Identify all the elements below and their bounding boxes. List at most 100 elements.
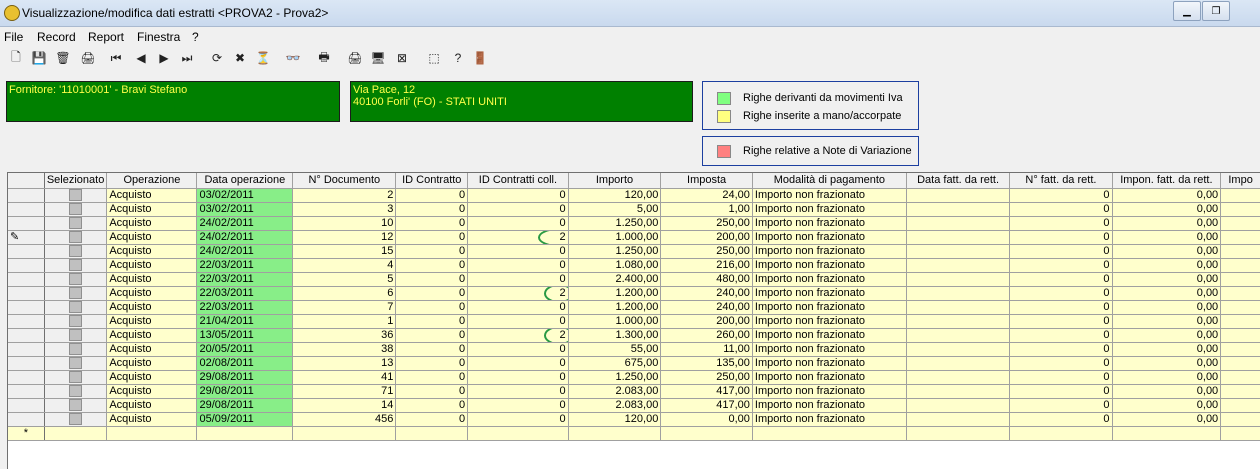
cell-data-fatt-rett[interactable] [906, 300, 1011, 315]
selected-checkbox-cell[interactable] [44, 314, 108, 329]
cell-id-contratto[interactable]: 0 [395, 412, 469, 427]
cell-impo[interactable] [1220, 286, 1260, 301]
new-row-cell[interactable] [1112, 426, 1222, 441]
cell-impon-fatt-rett[interactable]: 0,00 [1112, 370, 1222, 385]
cell-modalita-pagamento[interactable]: Importo non frazionato [752, 286, 907, 301]
table-row[interactable]: Acquisto 13/05/2011 36 0 2 1.300,00 260,00 Impo… [8, 328, 1260, 343]
cell-imposta[interactable]: 240,00 [660, 300, 753, 315]
selected-checkbox-cell[interactable] [44, 216, 108, 231]
cell-impo[interactable] [1220, 216, 1260, 231]
cell-n-documento[interactable]: 4 [292, 258, 397, 273]
selected-checkbox-cell[interactable] [44, 202, 108, 217]
row-selector[interactable] [8, 384, 45, 399]
cell-data-operazione[interactable]: 22/03/2011 [196, 272, 294, 287]
cell-data-operazione[interactable]: 29/08/2011 [196, 370, 294, 385]
row-selector[interactable] [8, 272, 45, 287]
cell-data-operazione[interactable]: 03/02/2011 [196, 202, 294, 217]
row-selector[interactable] [8, 188, 45, 203]
cell-n-fatt-rett[interactable]: 0 [1009, 384, 1113, 399]
selected-checkbox-cell[interactable] [44, 300, 108, 315]
cell-impo[interactable] [1220, 412, 1260, 427]
cell-data-fatt-rett[interactable] [906, 202, 1011, 217]
selected-checkbox[interactable] [69, 314, 83, 327]
col-header-modalita-pagamento[interactable]: Modalità di pagamento [752, 173, 907, 189]
cell-modalita-pagamento[interactable]: Importo non frazionato [752, 356, 907, 371]
cell-n-documento[interactable]: 6 [292, 286, 397, 301]
last-record-icon[interactable]: ⏭ [179, 50, 195, 66]
cell-data-operazione[interactable]: 20/05/2011 [196, 342, 294, 357]
cell-operazione[interactable]: Acquisto [106, 356, 198, 371]
cell-id-contratti-coll[interactable]: 0 [467, 258, 569, 273]
cell-modalita-pagamento[interactable]: Importo non frazionato [752, 216, 907, 231]
cell-impo[interactable] [1220, 314, 1260, 329]
cell-n-documento[interactable]: 36 [292, 328, 397, 343]
cell-id-contratti-coll[interactable]: 0 [467, 370, 569, 385]
cell-data-operazione[interactable]: 24/02/2011 [196, 230, 294, 245]
new-document-icon[interactable]: 🗋 [8, 50, 24, 66]
selected-checkbox-cell[interactable] [44, 286, 108, 301]
cell-n-fatt-rett[interactable]: 0 [1009, 230, 1113, 245]
cell-n-documento[interactable]: 7 [292, 300, 397, 315]
new-row-cell[interactable] [106, 426, 198, 441]
cell-importo[interactable]: 2.083,00 [568, 398, 662, 413]
selected-checkbox[interactable] [69, 272, 83, 285]
cell-importo[interactable]: 2.400,00 [568, 272, 662, 287]
col-header-data-fatt-rett[interactable]: Data fatt. da rett. [906, 173, 1011, 189]
cell-imposta[interactable]: 240,00 [660, 286, 753, 301]
cell-id-contratto[interactable]: 0 [395, 258, 469, 273]
col-header-id-contratto[interactable]: ID Contratto [395, 173, 469, 189]
table-row[interactable]: Acquisto 22/03/2011 6 0 2 1.200,00 240,00 Impor… [8, 286, 1260, 301]
cell-operazione[interactable]: Acquisto [106, 244, 198, 259]
cell-id-contratto[interactable]: 0 [395, 356, 469, 371]
cell-id-contratti-coll[interactable]: 0 [467, 342, 569, 357]
cell-modalita-pagamento[interactable]: Importo non frazionato [752, 328, 907, 343]
cell-id-contratti-coll[interactable]: 0 [467, 272, 569, 287]
cell-id-contratti-coll[interactable]: 0 [467, 384, 569, 399]
cell-id-contratto[interactable]: 0 [395, 188, 469, 203]
cell-modalita-pagamento[interactable]: Importo non frazionato [752, 412, 907, 427]
remove-filter-icon[interactable]: ✖ [232, 50, 248, 66]
cell-data-fatt-rett[interactable] [906, 258, 1011, 273]
cell-modalita-pagamento[interactable]: Importo non frazionato [752, 342, 907, 357]
cell-modalita-pagamento[interactable]: Importo non frazionato [752, 314, 907, 329]
selected-checkbox-cell[interactable] [44, 272, 108, 287]
cell-id-contratto[interactable]: 0 [395, 202, 469, 217]
cell-operazione[interactable]: Acquisto [106, 384, 198, 399]
cell-data-operazione[interactable]: 24/02/2011 [196, 216, 294, 231]
row-selector[interactable] [8, 412, 45, 427]
selected-checkbox-cell[interactable] [44, 258, 108, 273]
cell-impo[interactable] [1220, 342, 1260, 357]
cell-importo[interactable]: 1.000,00 [568, 314, 662, 329]
cell-impo[interactable] [1220, 230, 1260, 245]
cell-n-fatt-rett[interactable]: 0 [1009, 342, 1113, 357]
selected-checkbox-cell[interactable] [44, 342, 108, 357]
cell-data-operazione[interactable]: 29/08/2011 [196, 384, 294, 399]
selected-checkbox-cell[interactable] [44, 188, 108, 203]
row-selector[interactable] [8, 370, 45, 385]
new-row-cell[interactable] [568, 426, 662, 441]
cell-n-documento[interactable]: 41 [292, 370, 397, 385]
selected-checkbox-cell[interactable] [44, 356, 108, 371]
cell-impo[interactable] [1220, 398, 1260, 413]
cell-imposta[interactable]: 0,00 [660, 412, 753, 427]
row-selector[interactable] [8, 216, 45, 231]
cell-importo[interactable]: 675,00 [568, 356, 662, 371]
cell-id-contratto[interactable]: 0 [395, 300, 469, 315]
row-selector[interactable] [8, 356, 45, 371]
row-selector[interactable] [8, 314, 45, 329]
cell-impon-fatt-rett[interactable]: 0,00 [1112, 342, 1222, 357]
cell-data-operazione[interactable]: 22/03/2011 [196, 300, 294, 315]
cell-operazione[interactable]: Acquisto [106, 314, 198, 329]
refresh-icon[interactable]: ⟳ [209, 50, 225, 66]
cell-data-operazione[interactable]: 13/05/2011 [196, 328, 294, 343]
col-header-n-documento[interactable]: N° Documento [292, 173, 397, 189]
cell-imposta[interactable]: 216,00 [660, 258, 753, 273]
cell-impon-fatt-rett[interactable]: 0,00 [1112, 412, 1222, 427]
cell-data-fatt-rett[interactable] [906, 356, 1011, 371]
cell-impon-fatt-rett[interactable]: 0,00 [1112, 314, 1222, 329]
cell-importo[interactable]: 120,00 [568, 412, 662, 427]
selected-checkbox[interactable] [69, 244, 83, 257]
new-row-cell[interactable] [467, 426, 569, 441]
selected-checkbox[interactable] [69, 342, 83, 355]
table-row[interactable]: Acquisto 22/03/2011 4 0 0 1.080,00 216,00 Impor… [8, 258, 1260, 273]
